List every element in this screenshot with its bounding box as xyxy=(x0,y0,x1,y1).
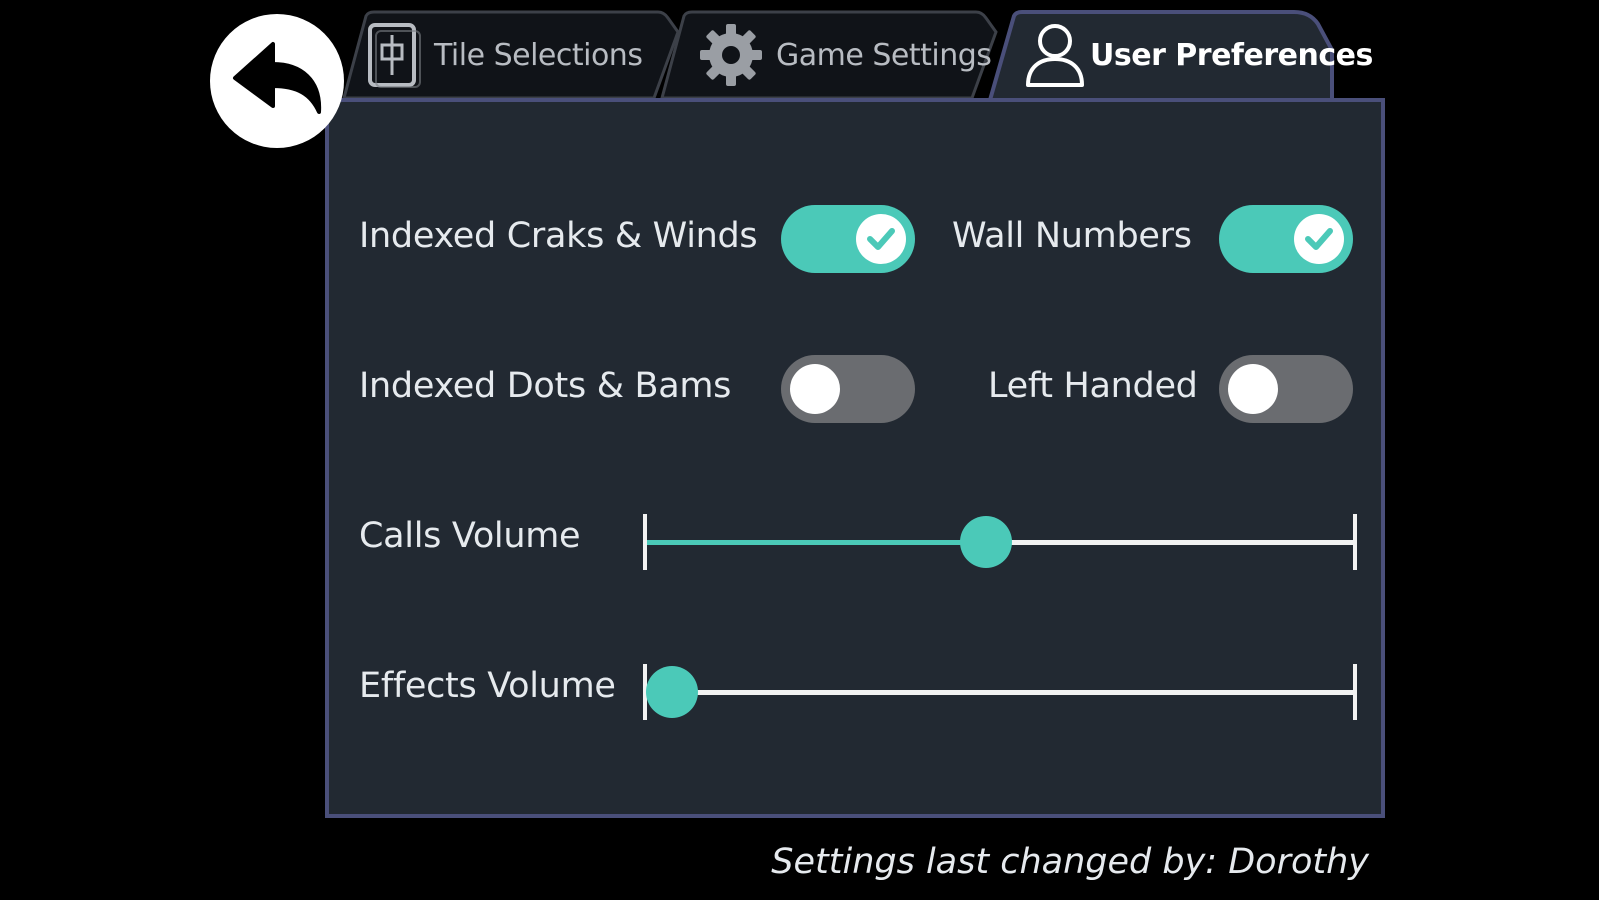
slider-max-cap xyxy=(1353,514,1357,570)
back-button[interactable] xyxy=(210,14,344,148)
toggle-knob xyxy=(1228,364,1278,414)
user-preferences-panel: Indexed Craks & Winds Wall Numbers Index… xyxy=(325,98,1385,818)
slider-track xyxy=(643,690,1357,695)
mahjong-tile-icon xyxy=(368,23,421,88)
indexed-dots-bams-toggle[interactable] xyxy=(781,355,915,423)
indexed-craks-winds-toggle[interactable] xyxy=(781,205,915,273)
toggle-knob xyxy=(1294,214,1344,264)
indexed-craks-winds-label: Indexed Craks & Winds xyxy=(359,216,758,256)
toggle-knob xyxy=(856,214,906,264)
tab-label: Tile Selections xyxy=(434,37,643,73)
tab-game-settings[interactable]: Game Settings xyxy=(660,10,1000,100)
user-icon xyxy=(1026,24,1084,87)
check-icon xyxy=(867,228,895,250)
effects-volume-slider[interactable] xyxy=(643,662,1357,722)
wall-numbers-label: Wall Numbers xyxy=(952,216,1192,256)
gear-icon xyxy=(700,24,762,86)
slider-thumb[interactable] xyxy=(645,666,698,718)
settings-screen: Tile Selections Game Settings User Prefe… xyxy=(0,0,1599,900)
back-arrow-icon xyxy=(233,42,322,114)
toggle-knob xyxy=(790,364,840,414)
wall-numbers-toggle[interactable] xyxy=(1219,205,1353,273)
slider-max-cap xyxy=(1353,664,1357,720)
check-icon xyxy=(1305,228,1333,250)
left-handed-label: Left Handed xyxy=(988,366,1198,406)
calls-volume-label: Calls Volume xyxy=(359,516,581,556)
slider-fill xyxy=(643,540,986,545)
slider-min-cap xyxy=(643,514,647,570)
indexed-dots-bams-label: Indexed Dots & Bams xyxy=(359,366,732,406)
tab-label: Game Settings xyxy=(776,37,992,73)
tab-label: User Preferences xyxy=(1090,37,1373,73)
slider-thumb[interactable] xyxy=(959,516,1012,568)
left-handed-toggle[interactable] xyxy=(1219,355,1353,423)
tab-tile-selections[interactable]: Tile Selections xyxy=(342,10,682,100)
calls-volume-slider[interactable] xyxy=(643,512,1357,572)
effects-volume-label: Effects Volume xyxy=(359,666,616,706)
tab-user-preferences[interactable]: User Preferences xyxy=(988,10,1373,100)
last-changed-note: Settings last changed by: Dorothy xyxy=(771,842,1369,882)
